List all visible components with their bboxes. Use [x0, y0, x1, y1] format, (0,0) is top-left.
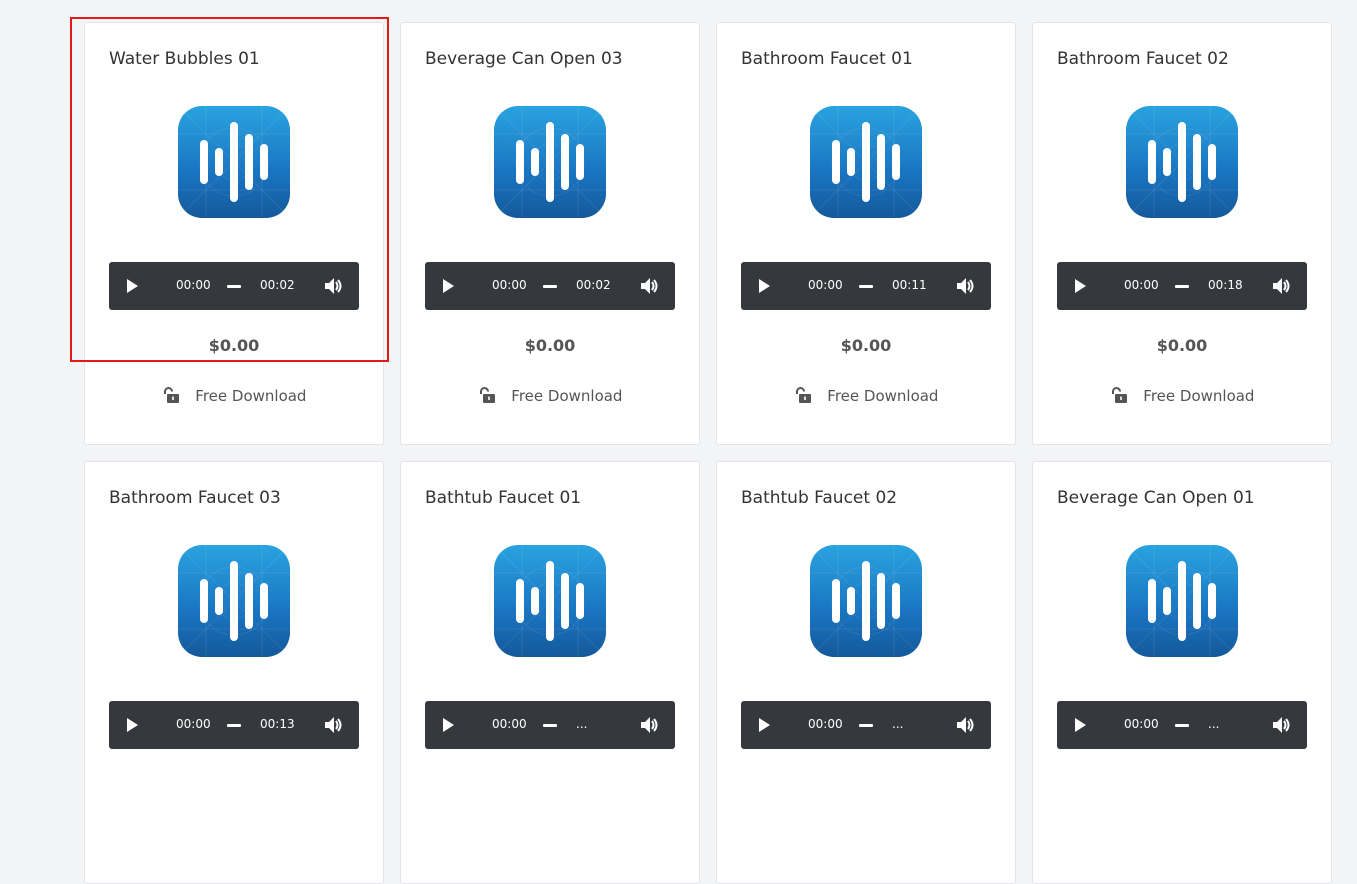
price: $0.00	[524, 336, 576, 355]
free-download-link[interactable]: Free Download	[85, 387, 383, 407]
sound-wave-icon	[1126, 106, 1238, 218]
sound-wave-icon	[494, 545, 606, 657]
sound-card: Bathroom Faucet 03 00:00 00:13	[84, 461, 384, 884]
duration: ...	[1208, 717, 1220, 731]
play-icon[interactable]	[127, 718, 138, 732]
sound-title[interactable]: Water Bubbles 01	[109, 49, 260, 69]
duration: 00:18	[1208, 278, 1243, 292]
seek-bar[interactable]	[859, 285, 873, 288]
current-time: 00:00	[176, 717, 211, 731]
play-icon[interactable]	[443, 279, 454, 293]
volume-icon[interactable]	[956, 716, 976, 738]
audio-player: 00:00 ...	[425, 701, 675, 749]
seek-bar[interactable]	[543, 724, 557, 727]
volume-icon[interactable]	[324, 277, 344, 299]
price: $0.00	[208, 336, 260, 355]
sound-title[interactable]: Beverage Can Open 01	[1057, 488, 1255, 508]
audio-player: 00:00 ...	[1057, 701, 1307, 749]
download-label: Free Download	[1143, 387, 1255, 405]
play-icon[interactable]	[1075, 279, 1086, 293]
audio-player: 00:00 00:02	[425, 262, 675, 310]
volume-icon[interactable]	[640, 716, 660, 738]
audio-player: 00:00 00:11	[741, 262, 991, 310]
sound-title[interactable]: Beverage Can Open 03	[425, 49, 623, 69]
current-time: 00:00	[176, 278, 211, 292]
sound-card: Bathroom Faucet 01 00:00 00:11 $0.00 Fre…	[716, 22, 1016, 445]
current-time: 00:00	[808, 717, 843, 731]
seek-bar[interactable]	[227, 724, 241, 727]
download-label: Free Download	[195, 387, 307, 405]
sound-card: Bathtub Faucet 02 00:00 ...	[716, 461, 1016, 884]
seek-bar[interactable]	[1175, 285, 1189, 288]
audio-player: 00:00 00:18	[1057, 262, 1307, 310]
unlock-icon	[162, 387, 179, 407]
sound-grid: Water Bubbles 01 00:00 00:02 $0.00 Free …	[84, 22, 1332, 884]
unlock-icon	[478, 387, 495, 407]
sound-card: Bathtub Faucet 01 00:00 ...	[400, 461, 700, 884]
play-icon[interactable]	[127, 279, 138, 293]
seek-bar[interactable]	[543, 285, 557, 288]
sound-card: Water Bubbles 01 00:00 00:02 $0.00 Free …	[84, 22, 384, 445]
sound-card: Beverage Can Open 03 00:00 00:02 $0.00 F…	[400, 22, 700, 445]
sound-wave-icon	[810, 545, 922, 657]
sound-wave-icon	[178, 106, 290, 218]
price: $0.00	[840, 336, 892, 355]
audio-player: 00:00 00:13	[109, 701, 359, 749]
seek-bar[interactable]	[227, 285, 241, 288]
volume-icon[interactable]	[324, 716, 344, 738]
download-label: Free Download	[511, 387, 623, 405]
sound-card: Bathroom Faucet 02 00:00 00:18 $0.00 Fre…	[1032, 22, 1332, 445]
sound-title[interactable]: Bathroom Faucet 03	[109, 488, 281, 508]
current-time: 00:00	[808, 278, 843, 292]
audio-player: 00:00 ...	[741, 701, 991, 749]
play-icon[interactable]	[759, 279, 770, 293]
sound-title[interactable]: Bathtub Faucet 02	[741, 488, 897, 508]
duration: 00:11	[892, 278, 927, 292]
volume-icon[interactable]	[1272, 277, 1292, 299]
seek-bar[interactable]	[859, 724, 873, 727]
sound-card: Beverage Can Open 01 00:00 ...	[1032, 461, 1332, 884]
play-icon[interactable]	[759, 718, 770, 732]
current-time: 00:00	[492, 278, 527, 292]
seek-bar[interactable]	[1175, 724, 1189, 727]
sound-title[interactable]: Bathtub Faucet 01	[425, 488, 581, 508]
volume-icon[interactable]	[956, 277, 976, 299]
sound-wave-icon	[1126, 545, 1238, 657]
sound-title[interactable]: Bathroom Faucet 01	[741, 49, 913, 69]
download-label: Free Download	[827, 387, 939, 405]
volume-icon[interactable]	[640, 277, 660, 299]
sound-title[interactable]: Bathroom Faucet 02	[1057, 49, 1229, 69]
volume-icon[interactable]	[1272, 716, 1292, 738]
current-time: 00:00	[1124, 717, 1159, 731]
current-time: 00:00	[1124, 278, 1159, 292]
audio-player: 00:00 00:02	[109, 262, 359, 310]
free-download-link[interactable]: Free Download	[401, 387, 699, 407]
duration: ...	[576, 717, 588, 731]
free-download-link[interactable]: Free Download	[717, 387, 1015, 407]
unlock-icon	[794, 387, 811, 407]
current-time: 00:00	[492, 717, 527, 731]
unlock-icon	[1110, 387, 1127, 407]
sound-wave-icon	[178, 545, 290, 657]
play-icon[interactable]	[1075, 718, 1086, 732]
play-icon[interactable]	[443, 718, 454, 732]
duration: ...	[892, 717, 904, 731]
sound-wave-icon	[810, 106, 922, 218]
duration: 00:02	[260, 278, 295, 292]
free-download-link[interactable]: Free Download	[1033, 387, 1331, 407]
sound-wave-icon	[494, 106, 606, 218]
duration: 00:13	[260, 717, 295, 731]
duration: 00:02	[576, 278, 611, 292]
price: $0.00	[1156, 336, 1208, 355]
